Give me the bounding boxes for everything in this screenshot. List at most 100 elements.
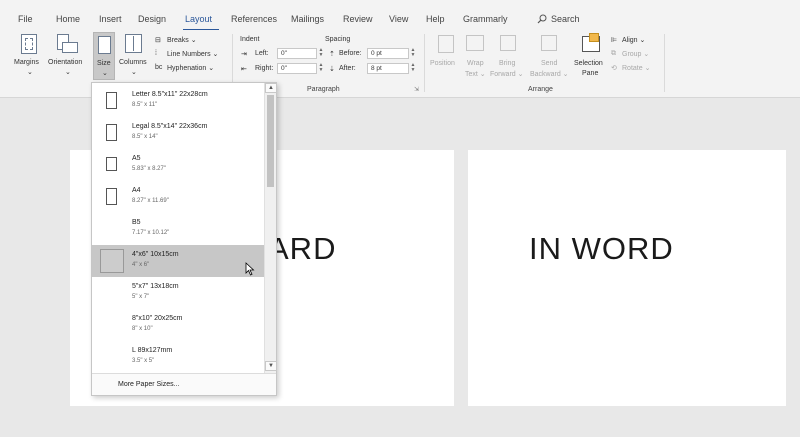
wrap-text-label-1: Wrap bbox=[467, 60, 484, 67]
tab-help[interactable]: Help bbox=[426, 14, 445, 24]
orientation-label: Orientation bbox=[48, 59, 83, 66]
tab-grammarly[interactable]: Grammarly bbox=[463, 14, 508, 24]
spacing-after-icon: ⇣ bbox=[329, 66, 335, 73]
paper-size-name: B5 bbox=[132, 219, 141, 226]
paper-size-name: 8"x10" 20x25cm bbox=[132, 315, 183, 322]
indent-right-spinner[interactable]: ▲ ▼ bbox=[318, 63, 324, 74]
tab-references[interactable]: References bbox=[231, 14, 277, 24]
document-page-right[interactable]: IN WORD bbox=[468, 150, 786, 406]
page-heading-left: ARD bbox=[268, 231, 337, 266]
page-icon bbox=[100, 249, 124, 273]
scrollbar-thumb[interactable] bbox=[267, 95, 274, 187]
indent-left-input[interactable]: 0" bbox=[277, 48, 317, 59]
more-paper-sizes-label: More Paper Sizes... bbox=[118, 381, 180, 388]
spacing-before-label: Before: bbox=[339, 50, 362, 57]
paragraph-group-label: Paragraph bbox=[307, 86, 340, 93]
tab-file[interactable]: File bbox=[18, 14, 33, 24]
spacing-after-spinner[interactable]: ▲ ▼ bbox=[410, 63, 416, 74]
spacing-before-input[interactable]: 0 pt bbox=[367, 48, 409, 59]
paper-size-name: Legal 8.5"x14" 22x36cm bbox=[132, 123, 208, 130]
paper-size-dims: 7.17" x 10.12" bbox=[132, 230, 170, 236]
align-icon: ⊫ bbox=[611, 37, 618, 44]
bring-forward-label-2: Forward ⌄ bbox=[490, 71, 524, 78]
paper-size-name: 5"x7" 13x18cm bbox=[132, 283, 179, 290]
spacing-after-label: After: bbox=[339, 65, 356, 72]
paper-size-option-letter[interactable]: Letter 8.5"x11" 22x28cm 8.5" x 11" bbox=[92, 85, 264, 117]
align-label: Align ⌄ bbox=[622, 37, 646, 44]
search-box[interactable]: Search bbox=[537, 14, 580, 24]
paper-size-name: 4"x6" 10x15cm bbox=[132, 251, 179, 258]
paper-size-option-4x6[interactable]: 4"x6" 10x15cm 4" x 6" bbox=[92, 245, 264, 277]
page-heading-right: IN WORD bbox=[529, 231, 674, 266]
group-icon: ⧉ bbox=[611, 50, 616, 57]
columns-label: Columns bbox=[119, 59, 147, 66]
spacing-before-icon: ⇡ bbox=[329, 51, 335, 58]
group-label: Group ⌄ bbox=[622, 51, 650, 58]
page-icon bbox=[106, 124, 117, 141]
bring-forward-label-1: Bring bbox=[499, 60, 516, 67]
bring-forward-icon bbox=[500, 35, 516, 51]
paper-size-dims: 8.5" x 11" bbox=[132, 102, 158, 108]
size-dropdown-icon: ⌄ bbox=[102, 70, 108, 77]
tab-view[interactable]: View bbox=[389, 14, 408, 24]
dropdown-scrollbar[interactable]: ▲ ▼ bbox=[264, 83, 277, 373]
arrange-group-label: Arrange bbox=[528, 86, 553, 93]
tab-review[interactable]: Review bbox=[343, 14, 373, 24]
indent-left-label: Left: bbox=[255, 50, 269, 57]
tab-insert[interactable]: Insert bbox=[99, 14, 122, 24]
paper-size-dims: 8.27" x 11.69" bbox=[132, 198, 169, 204]
page-icon bbox=[106, 92, 117, 109]
size-button[interactable]: Size ⌄ bbox=[93, 32, 115, 80]
indent-right-label: Right: bbox=[255, 65, 274, 72]
paper-size-dims: 4" x 6" bbox=[132, 262, 150, 268]
indent-right-input[interactable]: 0" bbox=[277, 63, 317, 74]
size-label: Size bbox=[97, 60, 111, 67]
paper-size-option-b5[interactable]: B5 7.17" x 10.12" bbox=[92, 213, 264, 245]
wrap-text-icon bbox=[466, 35, 484, 51]
paper-size-dims: 5" x 7" bbox=[132, 294, 150, 300]
tab-home[interactable]: Home bbox=[56, 14, 80, 24]
paper-size-option-5x7[interactable]: 5"x7" 13x18cm 5" x 7" bbox=[92, 277, 264, 309]
tab-mailings[interactable]: Mailings bbox=[291, 14, 324, 24]
selection-pane-icon bbox=[582, 33, 600, 52]
paper-size-dims: 8.5" x 14" bbox=[132, 134, 158, 140]
paper-size-option-legal[interactable]: Legal 8.5"x14" 22x36cm 8.5" x 14" bbox=[92, 117, 264, 149]
send-backward-label-1: Send bbox=[541, 60, 558, 67]
page-icon bbox=[106, 188, 117, 205]
margins-dropdown-icon: ⌄ bbox=[27, 69, 33, 76]
spacing-after-input[interactable]: 8 pt bbox=[367, 63, 409, 74]
indent-left-icon: ⇥ bbox=[241, 51, 247, 58]
rotate-icon: ⟲ bbox=[611, 65, 617, 72]
wrap-text-label-2: Text ⌄ bbox=[465, 71, 486, 78]
tab-design[interactable]: Design bbox=[138, 14, 166, 24]
paper-size-dims: 5.83" x 8.27" bbox=[132, 166, 166, 172]
indent-left-spinner[interactable]: ▲ ▼ bbox=[318, 48, 324, 59]
size-icon bbox=[98, 36, 111, 54]
columns-icon bbox=[125, 34, 142, 53]
position-icon bbox=[438, 35, 454, 53]
scroll-down-arrow-icon[interactable]: ▼ bbox=[265, 361, 277, 371]
paragraph-dialog-launcher-icon[interactable]: ⇲ bbox=[414, 86, 419, 93]
position-label: Position bbox=[430, 60, 455, 67]
spacing-before-spinner[interactable]: ▲ ▼ bbox=[410, 48, 416, 59]
indent-right-icon: ⇤ bbox=[241, 66, 247, 73]
scroll-up-arrow-icon[interactable]: ▲ bbox=[265, 83, 277, 93]
mouse-cursor-icon bbox=[245, 262, 255, 276]
send-backward-label-2: Backward ⌄ bbox=[530, 71, 569, 78]
line-numbers-icon: ⁞ bbox=[155, 50, 157, 57]
paper-size-option-a4[interactable]: A4 8.27" x 11.69" bbox=[92, 181, 264, 213]
columns-dropdown-icon: ⌄ bbox=[131, 69, 137, 76]
search-label: Search bbox=[551, 14, 580, 24]
spacing-title: Spacing bbox=[325, 36, 351, 43]
page-icon bbox=[106, 157, 117, 171]
orientation-icon-landscape bbox=[62, 42, 78, 53]
paper-size-dims: 3.5" x 5" bbox=[132, 358, 155, 364]
paper-size-name: A4 bbox=[132, 187, 141, 194]
paper-size-option-8x10[interactable]: 8"x10" 20x25cm 8" x 10" bbox=[92, 309, 264, 341]
ribbon-separator bbox=[424, 34, 425, 92]
orientation-dropdown-icon: ⌄ bbox=[65, 69, 71, 76]
paper-size-option-l[interactable]: L 89x127mm 3.5" x 5" bbox=[92, 341, 264, 373]
more-paper-sizes-button[interactable]: More Paper Sizes... bbox=[92, 373, 276, 395]
paper-size-option-a5[interactable]: A5 5.83" x 8.27" bbox=[92, 149, 264, 181]
tab-layout[interactable]: Layout bbox=[185, 14, 212, 24]
